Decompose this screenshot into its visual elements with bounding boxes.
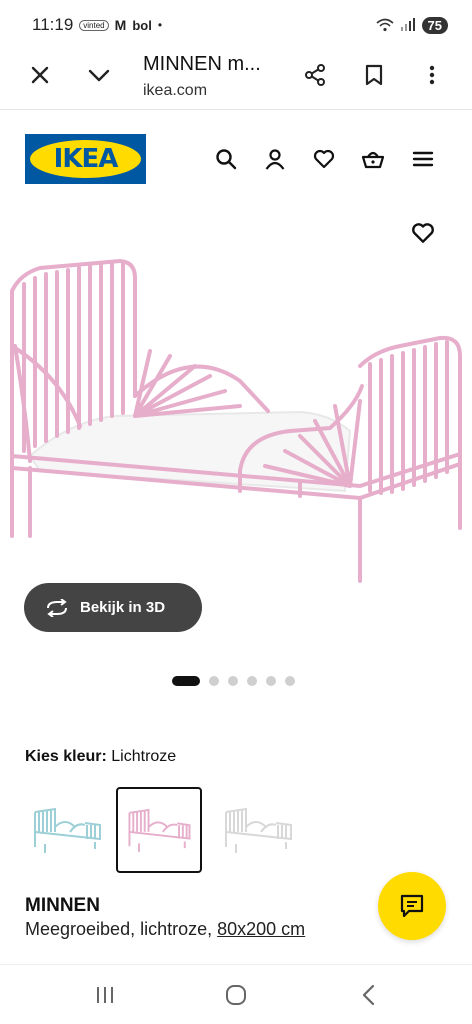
swatch-light-blue[interactable] xyxy=(25,787,111,873)
more-options-icon[interactable] xyxy=(420,63,444,87)
signal-icon xyxy=(400,18,415,31)
swatch-white[interactable] xyxy=(216,787,302,873)
home-icon[interactable] xyxy=(221,983,251,1007)
wifi-icon xyxy=(376,18,394,32)
close-icon[interactable] xyxy=(28,63,52,87)
status-right: 75 xyxy=(376,16,448,34)
site-header: IKEA xyxy=(0,111,472,206)
share-icon[interactable] xyxy=(303,63,327,87)
product-size-link[interactable]: 80x200 cm xyxy=(217,919,305,939)
status-time: 11:19 xyxy=(32,15,74,34)
carousel-dot[interactable] xyxy=(285,676,295,686)
ikea-logo[interactable]: IKEA xyxy=(25,134,146,184)
swatch-light-pink[interactable] xyxy=(116,787,202,873)
chat-icon xyxy=(400,894,424,918)
basket-icon[interactable] xyxy=(361,147,385,171)
chevron-down-icon[interactable] xyxy=(87,63,111,87)
colour-label: Kies kleur: xyxy=(25,748,107,765)
search-icon[interactable] xyxy=(214,147,238,171)
carousel-dot[interactable] xyxy=(247,676,257,686)
battery-indicator: 75 xyxy=(421,16,448,34)
favourite-heart-icon[interactable] xyxy=(410,220,436,246)
heart-icon[interactable] xyxy=(312,147,336,171)
browser-page-title: MINNEN m... xyxy=(143,53,261,75)
carousel-dot[interactable] xyxy=(266,676,276,686)
product-description: Meegroeibed, lichtroze, 80x200 cm xyxy=(25,919,305,940)
rotate-3d-icon xyxy=(47,598,67,617)
browser-title-block: MINNEN m... ikea.com xyxy=(143,53,261,100)
status-bar: 11:19 vinted M bol • 75 xyxy=(0,0,472,50)
carousel-dot[interactable] xyxy=(209,676,219,686)
menu-icon[interactable] xyxy=(411,147,435,171)
profile-icon[interactable] xyxy=(263,147,287,171)
recent-apps-icon[interactable] xyxy=(90,983,120,1007)
status-left: 11:19 vinted M bol • xyxy=(32,15,162,35)
carousel-dots xyxy=(172,676,295,686)
logo-oval: IKEA xyxy=(30,140,141,178)
carousel-dot[interactable] xyxy=(228,676,238,686)
colour-value: Lichtroze xyxy=(111,748,177,765)
view-in-3d-button[interactable]: Bekijk in 3D xyxy=(24,583,202,632)
product-name: MINNEN xyxy=(25,895,100,916)
product-description-text: Meegroeibed, lichtroze, xyxy=(25,919,213,939)
view-in-3d-label: Bekijk in 3D xyxy=(80,599,166,616)
gmail-notification-icon: M xyxy=(114,17,127,33)
colour-selection-label: Kies kleur: Lichtroze xyxy=(25,748,176,766)
chat-button[interactable] xyxy=(378,872,446,940)
vinted-notification-icon: vinted xyxy=(79,19,109,31)
browser-url[interactable]: ikea.com xyxy=(143,82,261,100)
logo-text: IKEA xyxy=(53,144,119,174)
carousel-dot-active[interactable] xyxy=(172,676,200,686)
status-dot: • xyxy=(157,18,163,32)
browser-bar: MINNEN m... ikea.com xyxy=(0,50,472,110)
back-icon[interactable] xyxy=(354,983,384,1007)
system-nav-bar xyxy=(0,964,472,1024)
colour-swatches xyxy=(25,787,325,873)
bookmark-icon[interactable] xyxy=(362,63,386,87)
bol-notification-icon: bol xyxy=(132,17,152,33)
